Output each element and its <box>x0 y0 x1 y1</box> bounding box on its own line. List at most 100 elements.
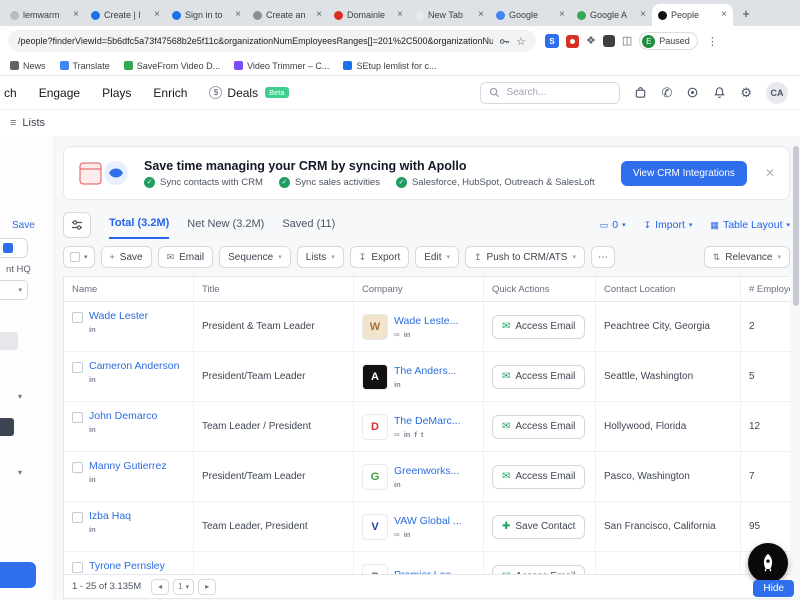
hide-button[interactable]: Hide <box>753 580 794 597</box>
row-checkbox[interactable] <box>72 562 83 573</box>
tab-close-icon[interactable]: × <box>478 10 484 20</box>
view-crm-integrations-button[interactable]: View CRM Integrations <box>620 160 747 186</box>
browser-tab[interactable]: Create an × <box>247 4 328 26</box>
linkedin-icon[interactable]: in <box>404 431 411 439</box>
browser-tab[interactable]: Create | l × <box>85 4 166 26</box>
relevance-sort-dropdown[interactable]: ⇅ Relevance ▾ <box>703 246 790 268</box>
filters-toggle-button[interactable] <box>63 212 91 238</box>
linkedin-icon[interactable]: in <box>404 331 411 339</box>
browser-tab[interactable]: Google A × <box>571 4 652 26</box>
page-select[interactable]: 1 ▾ <box>173 578 195 595</box>
link-icon[interactable]: ∞ <box>394 430 400 439</box>
chevron-down-icon[interactable]: ▾ <box>18 468 22 477</box>
scrollbar-thumb[interactable] <box>793 146 799 306</box>
tab-total[interactable]: Total (3.2M) <box>109 211 170 239</box>
tab-close-icon[interactable]: × <box>73 10 79 20</box>
dark-extension-icon[interactable] <box>602 35 615 47</box>
filter-save-link[interactable]: Save <box>12 220 35 231</box>
bag-icon[interactable] <box>634 86 647 99</box>
vertical-scrollbar[interactable] <box>793 140 799 576</box>
row-checkbox[interactable] <box>72 312 83 323</box>
browser-tab[interactable]: Domainle × <box>328 4 409 26</box>
profile-paused-pill[interactable]: E Paused <box>639 32 698 50</box>
nav-item-search-clipped[interactable]: ch <box>4 86 17 100</box>
row-checkbox[interactable] <box>72 512 83 523</box>
linkedin-icon[interactable]: in <box>404 531 411 539</box>
global-search-input[interactable]: Search... <box>480 81 621 104</box>
company-name-link[interactable]: Premier Lea... <box>394 569 460 575</box>
tab-close-icon[interactable]: × <box>559 10 565 20</box>
quick-action-button[interactable]: ✉ Access Email <box>492 464 586 489</box>
row-checkbox[interactable] <box>72 462 83 473</box>
bookmark-item[interactable]: Translate <box>59 61 110 71</box>
column-header-name[interactable]: Name <box>64 277 194 301</box>
nav-item-enrich[interactable]: Enrich <box>153 86 187 100</box>
tab-close-icon[interactable]: × <box>154 10 160 20</box>
tab-net-new[interactable]: Net New (3.2M) <box>187 212 264 238</box>
browser-tab[interactable]: Google × <box>490 4 571 26</box>
nav-item-engage[interactable]: Engage <box>39 86 80 100</box>
quick-action-button[interactable]: ✉ Access Email <box>492 314 586 339</box>
link-icon[interactable]: ∞ <box>394 530 400 539</box>
bookmark-item[interactable]: Video Trimmer – C... <box>234 61 329 71</box>
extensions-puzzle-icon[interactable]: ❖ <box>586 35 596 47</box>
side-panel-icon[interactable]: ◫ <box>622 35 632 47</box>
similarweb-extension-icon[interactable]: S <box>545 34 559 48</box>
sequence-dropdown[interactable]: Sequence ▾ <box>219 246 291 268</box>
column-header-title[interactable]: Title <box>194 277 354 301</box>
linkedin-icon[interactable]: in <box>89 526 96 534</box>
nav-item-plays[interactable]: Plays <box>102 86 131 100</box>
more-actions-button[interactable]: ⋯ <box>591 246 615 268</box>
bell-icon[interactable] <box>713 86 726 99</box>
filter-input-fragment[interactable] <box>0 332 18 350</box>
quick-action-button[interactable]: ✉ Access Email <box>492 414 586 439</box>
linkedin-icon[interactable]: in <box>394 381 401 389</box>
nav-item-deals[interactable]: $ Deals Beta <box>209 86 289 100</box>
tab-close-icon[interactable]: × <box>235 10 241 20</box>
column-header-employees[interactable]: # Employe <box>741 277 790 301</box>
column-header-contact-location[interactable]: Contact Location <box>596 277 741 301</box>
lists-label[interactable]: Lists <box>22 117 45 129</box>
save-button[interactable]: + Save <box>100 246 152 268</box>
column-header-quick-actions[interactable]: Quick Actions <box>484 277 596 301</box>
linkedin-icon[interactable]: in <box>89 326 96 334</box>
email-button[interactable]: ✉ Email <box>157 246 214 268</box>
linkedin-icon[interactable]: in <box>89 376 96 384</box>
phone-icon[interactable]: ✆ <box>661 86 672 99</box>
row-checkbox[interactable] <box>72 362 83 373</box>
select-all-control[interactable]: ▾ <box>63 246 95 268</box>
person-name-link[interactable]: Cameron Anderson <box>89 360 179 372</box>
person-name-link[interactable]: Izba Haq <box>89 510 131 522</box>
filter-select-fragment[interactable]: ▾ <box>0 280 28 300</box>
key-icon[interactable] <box>499 36 510 47</box>
bookmark-star-icon[interactable]: ☆ <box>516 35 526 48</box>
company-name-link[interactable]: The DeMarc... <box>394 415 461 427</box>
gear-icon[interactable]: ⚙ <box>740 86 752 99</box>
import-dropdown[interactable]: ↧ Import ▾ <box>644 219 693 231</box>
browser-tab[interactable]: lemwarm × <box>4 4 85 26</box>
tab-close-icon[interactable]: × <box>397 10 403 20</box>
bookmark-item[interactable]: News <box>10 61 46 71</box>
next-page-button[interactable]: ▸ <box>198 578 217 595</box>
browser-tab[interactable]: New Tab × <box>409 4 490 26</box>
person-name-link[interactable]: Tyrone Pernsley <box>89 560 165 572</box>
new-tab-button[interactable]: + <box>737 4 755 22</box>
quick-action-button[interactable]: ✉ Access Email <box>492 564 586 574</box>
push-to-crm-dropdown[interactable]: ↥ Push to CRM/ATS ▾ <box>464 246 585 268</box>
company-name-link[interactable]: Wade Leste... <box>394 315 458 327</box>
quick-action-button[interactable]: ✚ Save Contact <box>492 514 586 539</box>
linkedin-icon[interactable]: in <box>89 426 96 434</box>
table-layout-dropdown[interactable]: ▦ Table Layout ▾ <box>710 219 790 231</box>
twitter-icon[interactable]: t <box>421 431 424 439</box>
person-name-link[interactable]: Manny Gutierrez <box>89 460 167 472</box>
filter-chip-fragment[interactable] <box>0 238 28 258</box>
browser-tab[interactable]: People × <box>652 4 733 26</box>
export-button[interactable]: ↧ Export <box>349 246 410 268</box>
edit-dropdown[interactable]: Edit ▾ <box>415 246 459 268</box>
person-name-link[interactable]: Wade Lester <box>89 310 148 322</box>
company-name-link[interactable]: Greenworks... <box>394 465 459 477</box>
tab-saved[interactable]: Saved (11) <box>282 212 335 238</box>
user-avatar[interactable]: CA <box>766 81 788 104</box>
person-name-link[interactable]: John Demarco <box>89 410 157 422</box>
banner-close-icon[interactable]: ✕ <box>765 166 775 180</box>
